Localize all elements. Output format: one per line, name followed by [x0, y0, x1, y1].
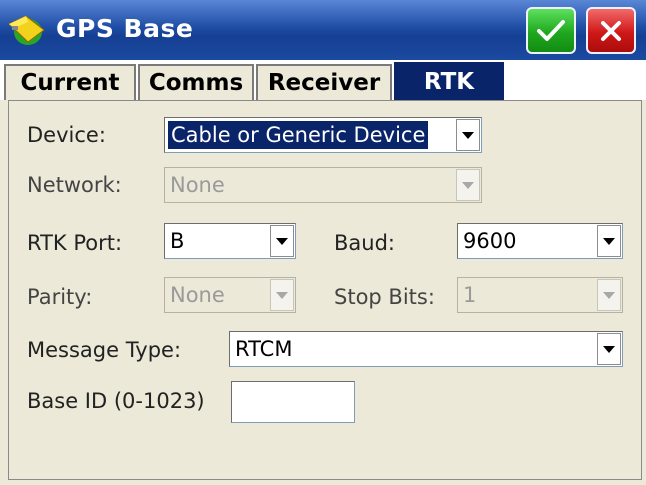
- base-id-label: Base ID (0-1023): [27, 389, 205, 413]
- chevron-down-icon: [456, 169, 480, 201]
- chevron-down-icon[interactable]: [456, 119, 480, 151]
- baud-label: Baud:: [334, 231, 395, 255]
- window-title: GPS Base: [56, 14, 194, 43]
- chevron-down-icon: [270, 279, 294, 311]
- rtk-port-select[interactable]: B: [164, 223, 296, 259]
- parity-label: Parity:: [27, 285, 93, 309]
- satellite-globe-icon: [8, 15, 45, 45]
- chevron-down-icon[interactable]: [270, 225, 294, 257]
- title-bar: GPS Base: [0, 0, 646, 60]
- parity-select: None: [164, 277, 296, 313]
- stop-bits-label: Stop Bits:: [334, 285, 435, 309]
- ok-button[interactable]: [526, 7, 576, 54]
- tab-current[interactable]: Current: [4, 64, 136, 100]
- tab-rtk[interactable]: RTK: [394, 62, 504, 100]
- base-id-input[interactable]: [231, 381, 355, 423]
- baud-value: 9600: [463, 229, 517, 253]
- tab-strip: Current Comms Receiver RTK: [0, 60, 646, 100]
- network-select: None: [164, 167, 482, 203]
- rtk-settings-panel: Device: Cable or Generic Device Network:…: [8, 100, 642, 480]
- tab-receiver[interactable]: Receiver: [256, 64, 392, 100]
- message-type-select[interactable]: RTCM: [229, 331, 623, 367]
- parity-value: None: [170, 283, 225, 307]
- stop-bits-value: 1: [463, 283, 477, 307]
- chevron-down-icon[interactable]: [597, 225, 621, 257]
- close-button[interactable]: [586, 7, 636, 54]
- rtk-port-label: RTK Port:: [27, 231, 123, 255]
- network-label: Network:: [27, 173, 122, 197]
- stop-bits-select: 1: [457, 277, 623, 313]
- baud-select[interactable]: 9600: [457, 223, 623, 259]
- message-type-label: Message Type:: [27, 338, 182, 362]
- device-select[interactable]: Cable or Generic Device: [164, 117, 482, 153]
- chevron-down-icon: [597, 279, 621, 311]
- chevron-down-icon[interactable]: [597, 333, 621, 365]
- device-label: Device:: [27, 123, 106, 147]
- tab-comms[interactable]: Comms: [138, 64, 254, 100]
- close-x-icon: [601, 20, 621, 41]
- network-value: None: [170, 173, 225, 197]
- rtk-port-value: B: [170, 229, 185, 253]
- checkmark-icon: [537, 19, 565, 41]
- device-value: Cable or Generic Device: [168, 121, 429, 149]
- message-type-value: RTCM: [235, 337, 293, 361]
